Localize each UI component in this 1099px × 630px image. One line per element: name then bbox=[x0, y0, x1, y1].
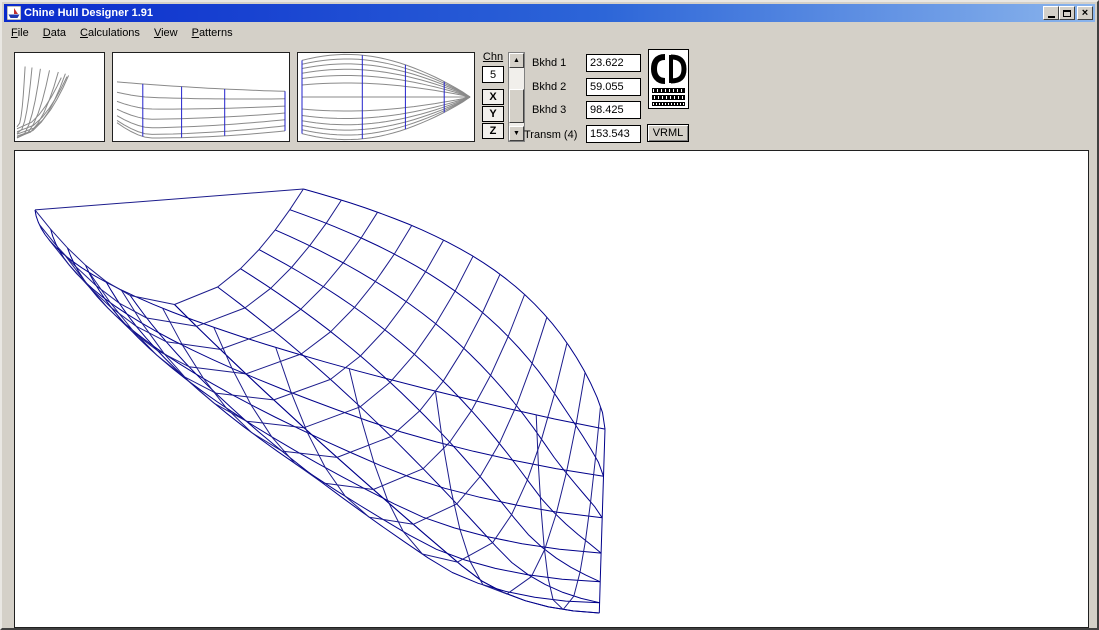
transm-label: Transm (4) bbox=[524, 129, 578, 141]
chn-label: Chn bbox=[482, 51, 504, 63]
chn-scrollbar: ▲ ▼ bbox=[508, 52, 525, 142]
bkhd2-label: Bkhd 2 bbox=[532, 81, 567, 93]
window-title: Chine Hull Designer 1.91 bbox=[24, 7, 153, 19]
window-controls: × bbox=[1043, 6, 1093, 20]
menu-item-data[interactable]: Data bbox=[36, 25, 73, 41]
minimize-button[interactable] bbox=[1043, 6, 1059, 20]
plan-wireframe bbox=[301, 53, 471, 141]
app-icon bbox=[6, 5, 22, 21]
app-window: Chine Hull Designer 1.91 × File Data Cal… bbox=[0, 0, 1099, 630]
transm-input[interactable] bbox=[586, 125, 641, 143]
scrollbar-down-button[interactable]: ▼ bbox=[509, 126, 524, 141]
titlebar: Chine Hull Designer 1.91 × bbox=[4, 4, 1095, 22]
down-arrow-icon: ▼ bbox=[513, 130, 520, 137]
bkhd1-input[interactable] bbox=[586, 54, 641, 72]
axis-z-button[interactable]: Z bbox=[482, 123, 504, 139]
maximize-button[interactable] bbox=[1059, 6, 1075, 20]
bkhd1-label: Bkhd 1 bbox=[532, 57, 567, 69]
profile-wireframe bbox=[116, 81, 286, 139]
chn-count-input[interactable] bbox=[482, 66, 504, 83]
preview-profile-view[interactable] bbox=[112, 52, 290, 142]
minimize-icon bbox=[1047, 15, 1055, 18]
menubar: File Data Calculations View Patterns bbox=[4, 23, 1095, 43]
menu-item-patterns[interactable]: Patterns bbox=[185, 25, 240, 41]
menu-item-calculations[interactable]: Calculations bbox=[73, 25, 147, 41]
maximize-icon bbox=[1063, 9, 1071, 17]
axis-y-button[interactable]: Y bbox=[482, 106, 504, 122]
body-plan-wireframe bbox=[16, 66, 70, 139]
preview-plan-view[interactable] bbox=[297, 52, 475, 142]
bkhd2-input[interactable] bbox=[586, 78, 641, 96]
main-view[interactable] bbox=[14, 150, 1089, 628]
scrollbar-thumb[interactable] bbox=[509, 89, 524, 123]
cd-logo bbox=[648, 49, 689, 109]
menu-item-view[interactable]: View bbox=[147, 25, 185, 41]
axis-x-button[interactable]: X bbox=[482, 89, 504, 105]
up-arrow-icon: ▲ bbox=[513, 57, 520, 64]
close-icon: × bbox=[1081, 7, 1089, 19]
close-button[interactable]: × bbox=[1077, 6, 1093, 20]
vrml-button[interactable]: VRML bbox=[647, 124, 689, 142]
bkhd3-input[interactable] bbox=[586, 101, 641, 119]
bkhd3-label: Bkhd 3 bbox=[532, 104, 567, 116]
hull-wireframe bbox=[34, 188, 606, 614]
scrollbar-up-button[interactable]: ▲ bbox=[509, 53, 524, 68]
preview-body-view[interactable] bbox=[14, 52, 105, 142]
menu-item-file[interactable]: File bbox=[4, 25, 36, 41]
